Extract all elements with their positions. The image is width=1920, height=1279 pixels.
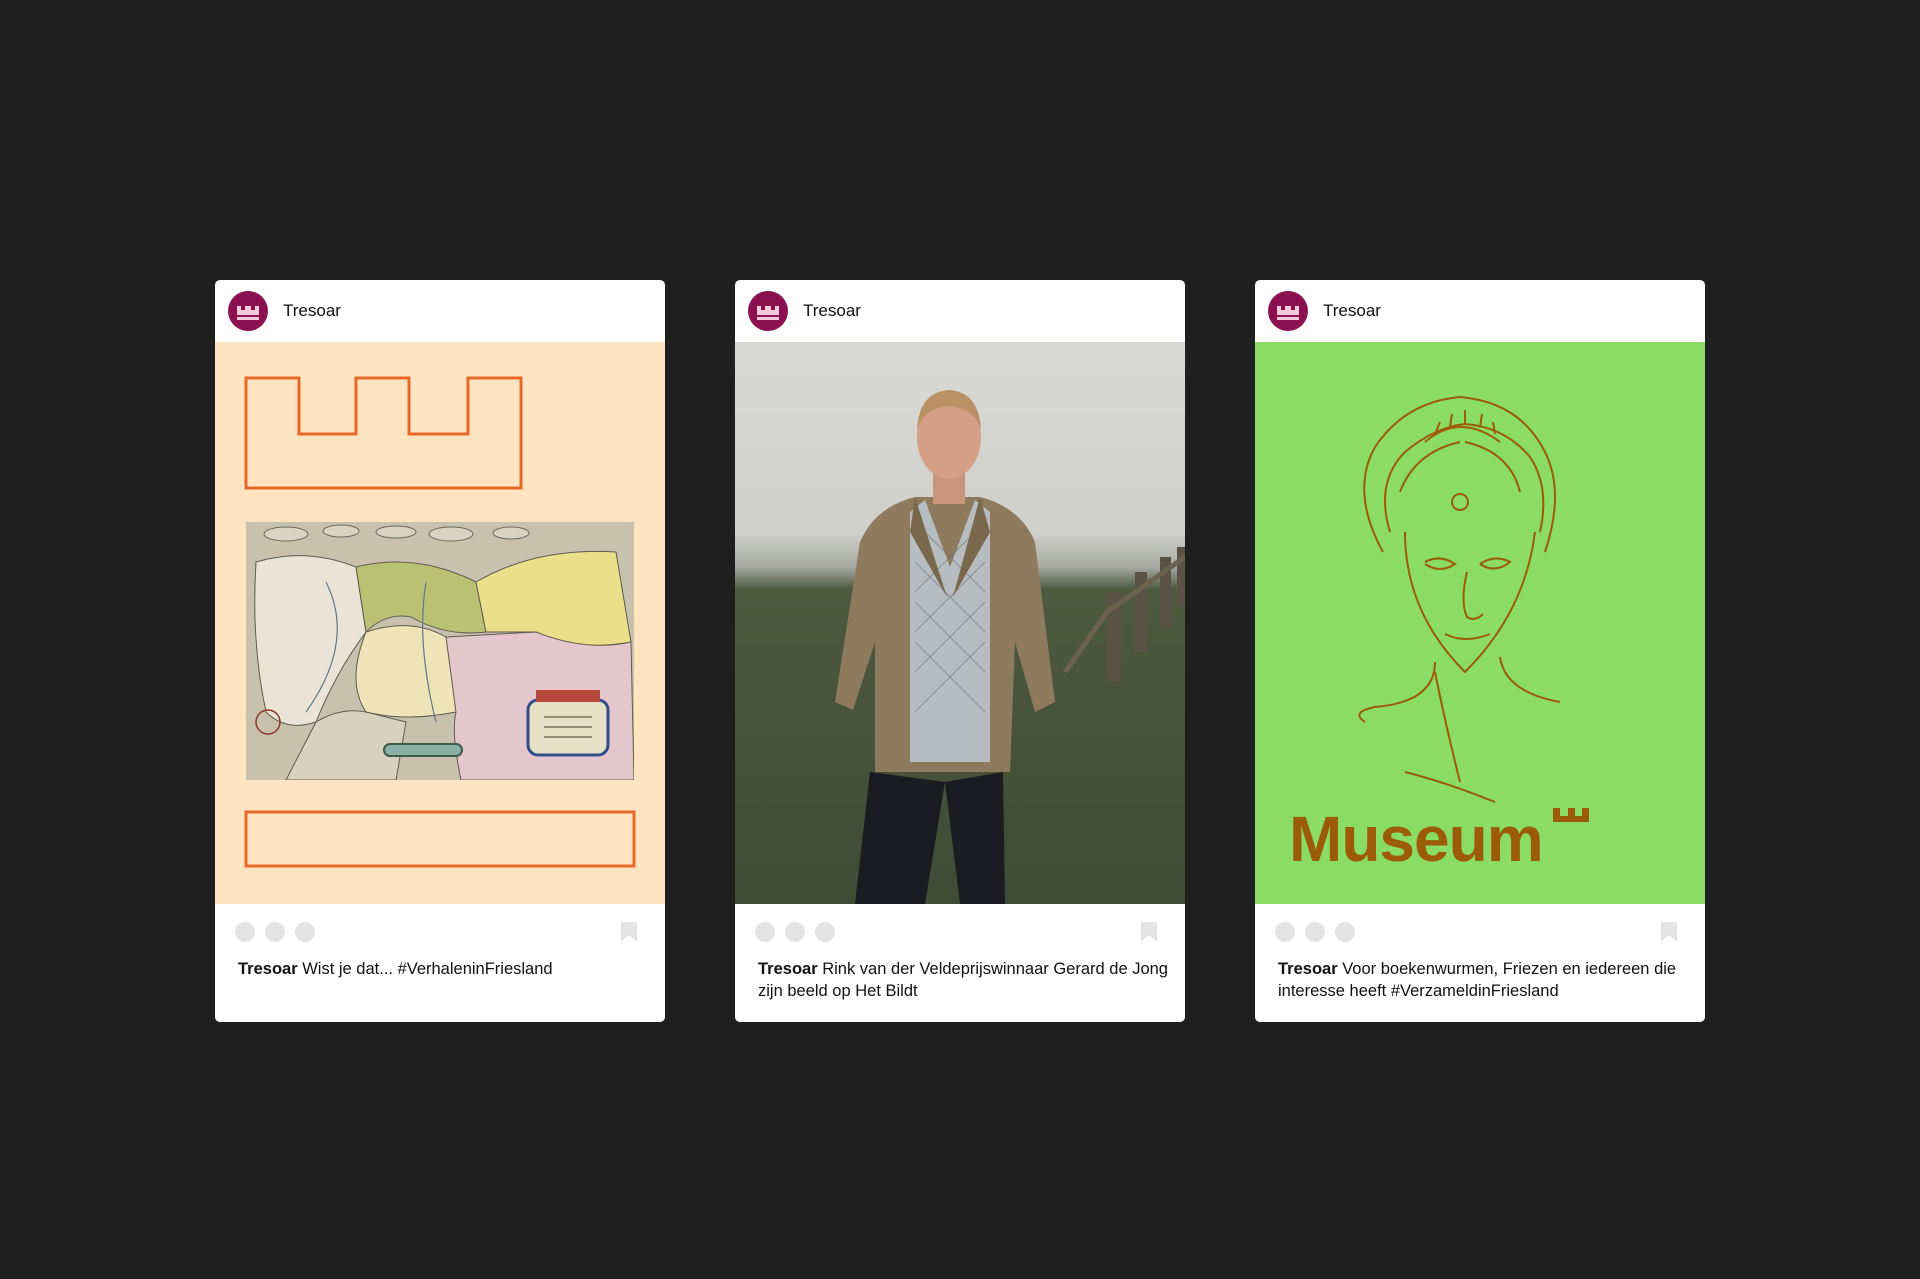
post-actions: [1255, 904, 1705, 948]
avatar[interactable]: [228, 291, 268, 331]
bookmark-icon[interactable]: [619, 922, 639, 942]
castle-crown-icon: [237, 306, 259, 320]
bookmark-icon[interactable]: [1139, 922, 1159, 942]
castle-crown-icon: [1277, 306, 1299, 320]
action-icon[interactable]: [1335, 922, 1355, 942]
account-name[interactable]: Tresoar: [803, 301, 861, 321]
post-actions: [735, 904, 1185, 948]
action-icon[interactable]: [1275, 922, 1295, 942]
caption-text: Voor boekenwurmen, Friezen en iedereen d…: [1278, 960, 1677, 1000]
post-actions: [215, 904, 665, 948]
post-header: Tresoar: [215, 280, 665, 342]
post-image[interactable]: Museum: [1255, 342, 1705, 904]
caption-text: Wist je dat... #VerhaleninFriesland: [297, 960, 553, 978]
account-name[interactable]: Tresoar: [1323, 301, 1381, 321]
bookmark-icon[interactable]: [1659, 922, 1679, 942]
action-icon[interactable]: [1305, 922, 1325, 942]
castle-crown-icon: [757, 306, 779, 320]
museum-wordmark: Museum: [1289, 803, 1544, 875]
post-caption: Tresoar Rink van der Veldeprijswinnaar G…: [758, 958, 1173, 1002]
action-icon[interactable]: [755, 922, 775, 942]
action-icon[interactable]: [785, 922, 805, 942]
instagram-post: Tresoar: [1255, 280, 1705, 1022]
avatar[interactable]: [1268, 291, 1308, 331]
action-icon[interactable]: [265, 922, 285, 942]
antique-map-image: [246, 522, 634, 780]
post-header: Tresoar: [735, 280, 1185, 342]
avatar[interactable]: [748, 291, 788, 331]
caption-author[interactable]: Tresoar: [758, 960, 818, 978]
instagram-post: Tresoar: [215, 280, 665, 1022]
caption-text: Rink van der Veldeprijswinnaar Gerard de…: [758, 960, 1168, 1000]
post-header: Tresoar: [1255, 280, 1705, 342]
portrait-photo: [835, 390, 1185, 904]
action-icon[interactable]: [295, 922, 315, 942]
action-icon[interactable]: [815, 922, 835, 942]
caption-author[interactable]: Tresoar: [238, 960, 298, 978]
caption-author[interactable]: Tresoar: [1278, 960, 1338, 978]
post-image[interactable]: [215, 342, 665, 904]
post-image[interactable]: [735, 342, 1185, 904]
post-caption: Tresoar Voor boekenwurmen, Friezen en ie…: [1278, 958, 1693, 1002]
account-name[interactable]: Tresoar: [283, 301, 341, 321]
instagram-post: Tresoar: [735, 280, 1185, 1022]
post-caption: Tresoar Wist je dat... #VerhaleninFriesl…: [238, 958, 653, 980]
action-icon[interactable]: [235, 922, 255, 942]
